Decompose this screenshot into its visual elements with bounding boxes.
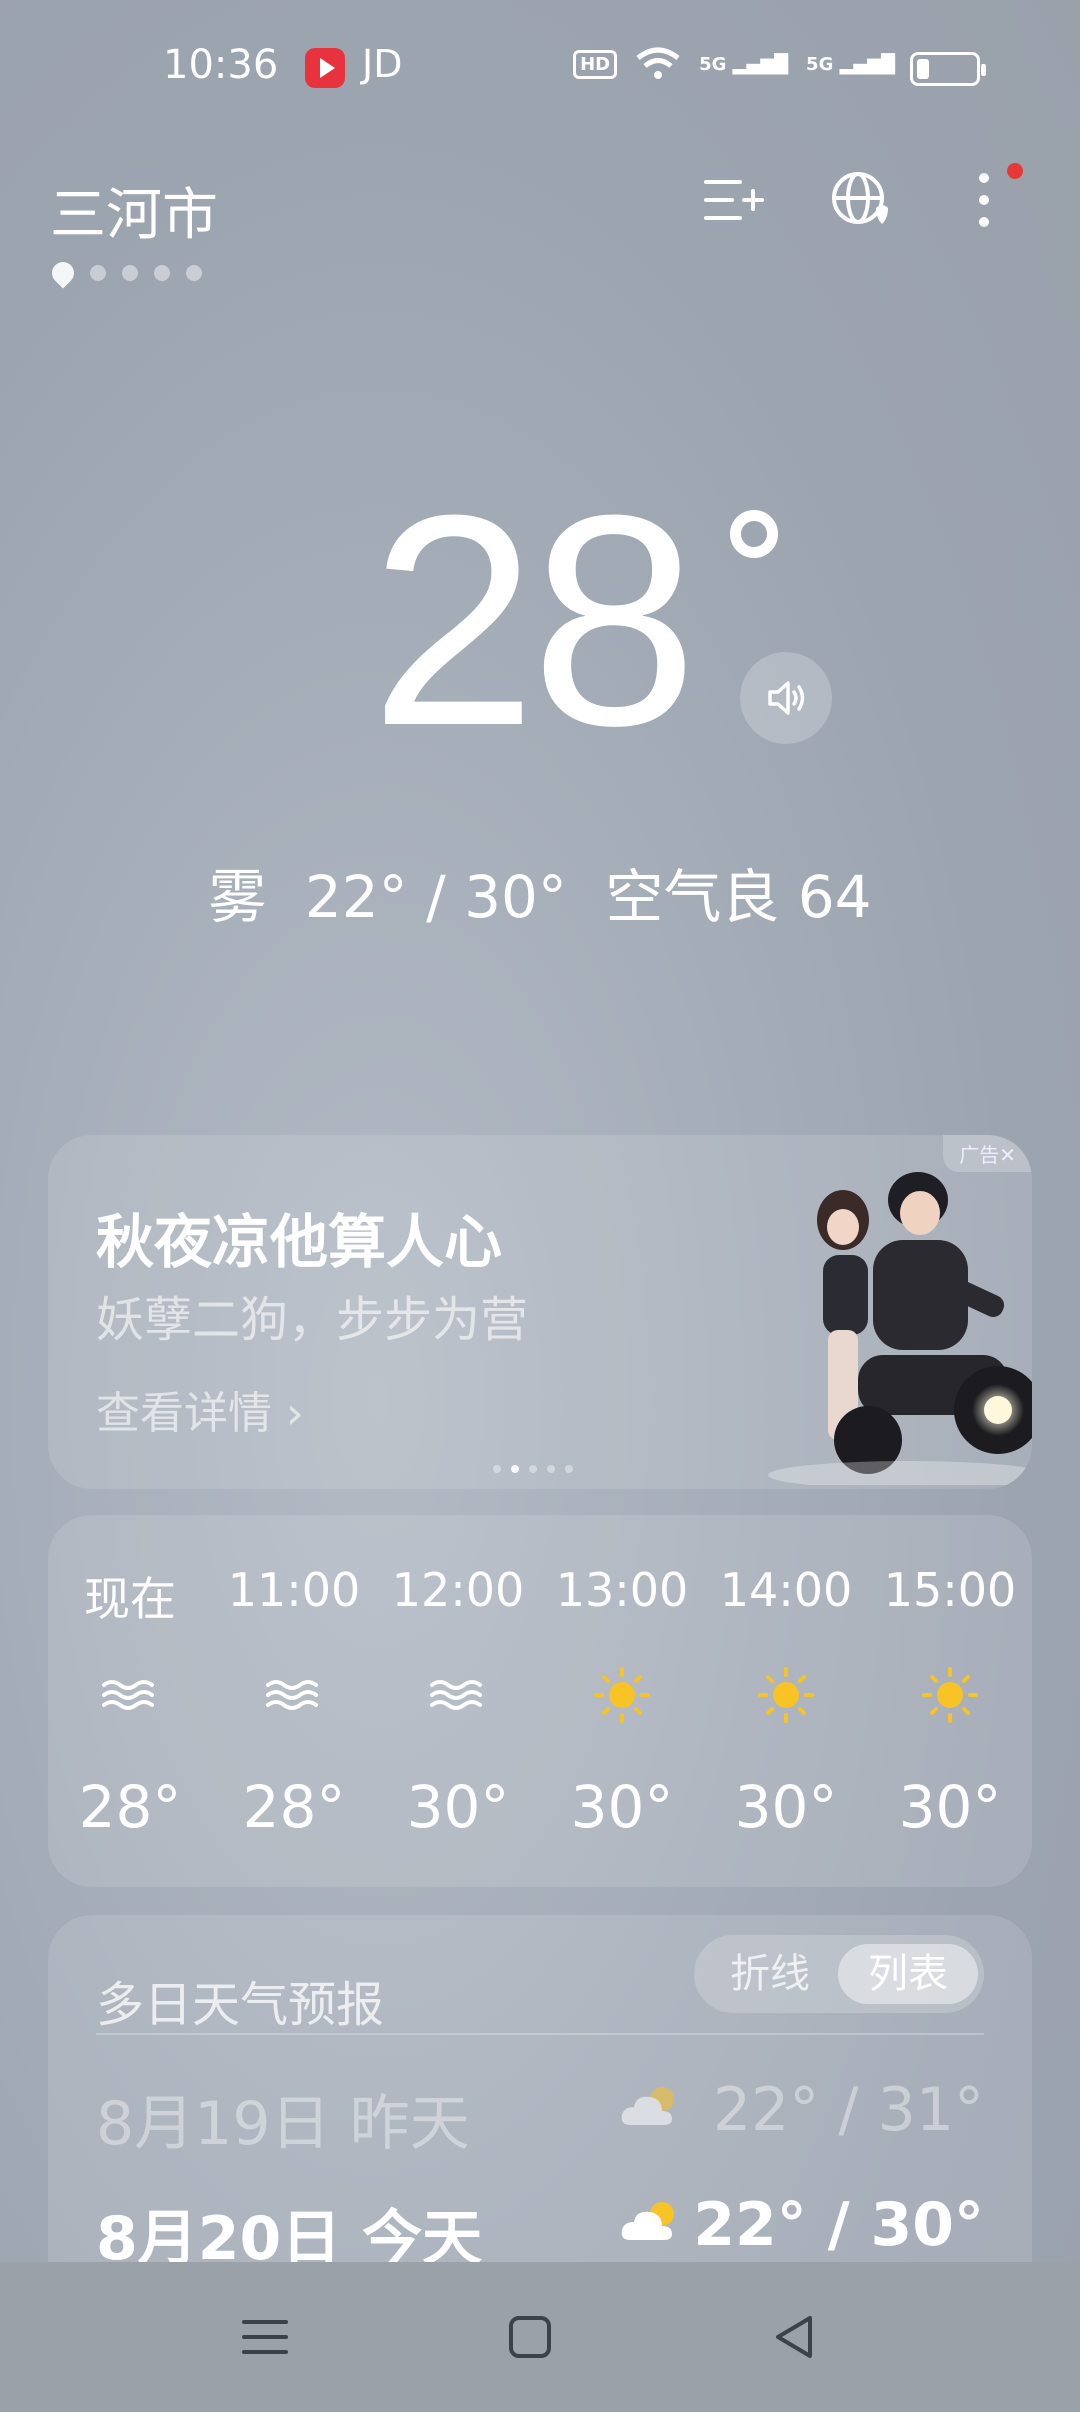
toggle-list[interactable]: 列表 <box>838 1944 978 2004</box>
carousel-dot <box>529 1465 537 1473</box>
forecast-title: 多日天气预报 <box>96 1977 385 2033</box>
page-dot <box>154 265 170 281</box>
hour-temp: 28° <box>78 1773 182 1841</box>
back-button[interactable] <box>760 2302 830 2372</box>
day-temp-range: 22° / 30° <box>693 2190 984 2260</box>
hour-temp: 30° <box>406 1773 510 1841</box>
page-dot <box>90 265 106 281</box>
hour-column: 15:00 30° <box>868 1515 1032 1887</box>
air-quality[interactable]: 空气良 64 <box>605 863 871 931</box>
jd-notification-icon <box>305 48 345 88</box>
page-dot <box>186 265 202 281</box>
partly-cloudy-icon <box>621 2202 674 2240</box>
forecast-row[interactable]: 8月20日 今天 22° / 30° <box>96 2180 984 2265</box>
hour-time: 14:00 <box>719 1563 853 1617</box>
divider <box>96 2033 984 2035</box>
notification-dot <box>1007 163 1023 179</box>
sun-icon <box>758 1667 814 1723</box>
hour-temp: 30° <box>570 1773 674 1841</box>
ad-carousel-indicator <box>493 1465 573 1473</box>
sun-icon <box>922 1667 978 1723</box>
forecast-row[interactable]: 8月19日 昨天 22° / 31° <box>96 2065 984 2165</box>
hour-column: 11:00 28° <box>212 1515 376 1887</box>
hour-temp: 28° <box>242 1773 346 1841</box>
page-dot <box>122 265 138 281</box>
status-icons: HD 5G ▂▄▆█ 5G ▂▄▆█ <box>573 46 895 82</box>
carousel-dot <box>565 1465 573 1473</box>
city-page-indicator <box>47 257 202 289</box>
hour-time: 现在 <box>84 1572 176 1626</box>
hour-column: 现在 28° <box>48 1515 212 1887</box>
globe-icon[interactable] <box>828 168 892 232</box>
signal-5g-icon-1: 5G ▂▄▆█ <box>699 53 789 75</box>
hour-temp: 30° <box>898 1773 1002 1841</box>
city-name[interactable]: 三河市 <box>50 170 218 251</box>
multi-day-forecast-card: 多日天气预报 折线 列表 8月19日 昨天 22° / 31° 8月20日 今天… <box>48 1915 1032 2265</box>
home-button[interactable] <box>495 2302 565 2372</box>
hour-time: 11:00 <box>227 1563 361 1617</box>
hour-temp: 30° <box>734 1773 838 1841</box>
fog-icon <box>266 1680 318 1710</box>
carousel-dot-active <box>511 1465 519 1473</box>
degree-symbol <box>730 510 778 558</box>
battery-icon <box>910 52 986 86</box>
navigation-bar <box>0 2262 1080 2412</box>
fog-icon <box>430 1680 482 1710</box>
condition-text: 雾 <box>208 863 267 931</box>
view-toggle[interactable]: 折线 列表 <box>694 1935 984 2013</box>
temperature-range: 22° / 30° <box>304 863 567 931</box>
sun-icon <box>594 1667 650 1723</box>
hour-column: 13:00 30° <box>540 1515 704 1887</box>
fog-icon <box>102 1680 154 1710</box>
carousel-dot <box>547 1465 555 1473</box>
hour-column: 12:00 30° <box>376 1515 540 1887</box>
hd-icon: HD <box>573 49 618 79</box>
day-date: 8月19日 昨天 <box>96 2089 470 2159</box>
recent-apps-button[interactable] <box>230 2302 300 2372</box>
signal-5g-icon-2: 5G ▂▄▆█ <box>806 53 895 75</box>
hour-time: 15:00 <box>883 1563 1017 1617</box>
ad-title: 秋夜凉他算人心 <box>96 1208 503 1276</box>
carousel-dot <box>493 1465 501 1473</box>
ad-details-link[interactable]: 查看详情 › <box>96 1377 304 1441</box>
ad-subtitle: 妖孽二狗，步步为营 <box>96 1292 529 1348</box>
ad-card[interactable]: 广告✕ 秋夜凉他算人心 妖孽二狗，步步为营 查看详情 › <box>48 1135 1032 1489</box>
wifi-icon <box>636 47 680 79</box>
toggle-line-chart[interactable]: 折线 <box>700 1944 840 2004</box>
hour-time: 12:00 <box>391 1563 525 1617</box>
speaker-icon <box>768 681 805 715</box>
status-time: 10:36 <box>163 42 279 88</box>
jd-notification-label: JD <box>362 42 403 86</box>
hour-column: 14:00 30° <box>704 1515 868 1887</box>
hour-time: 13:00 <box>555 1563 689 1617</box>
weather-summary: 雾 22° / 30° 空气良 64 <box>0 850 1080 934</box>
location-pin-icon <box>47 257 79 289</box>
ad-illustration <box>768 1172 1032 1485</box>
day-date: 8月20日 今天 <box>96 2204 483 2265</box>
more-icon[interactable] <box>952 168 1016 232</box>
partly-cloudy-icon <box>621 2087 674 2125</box>
current-temperature: 28 <box>370 452 698 788</box>
add-city-icon[interactable] <box>700 168 764 232</box>
day-temp-range: 22° / 31° <box>712 2075 984 2145</box>
status-bar: 10:36 JD HD 5G ▂▄▆█ 5G ▂▄▆█ <box>0 0 1080 135</box>
hourly-forecast-card[interactable]: 现在 28° 11:00 28° 12:00 30° 13:00 30° 14:… <box>48 1515 1032 1887</box>
voice-broadcast-button[interactable] <box>740 652 832 744</box>
